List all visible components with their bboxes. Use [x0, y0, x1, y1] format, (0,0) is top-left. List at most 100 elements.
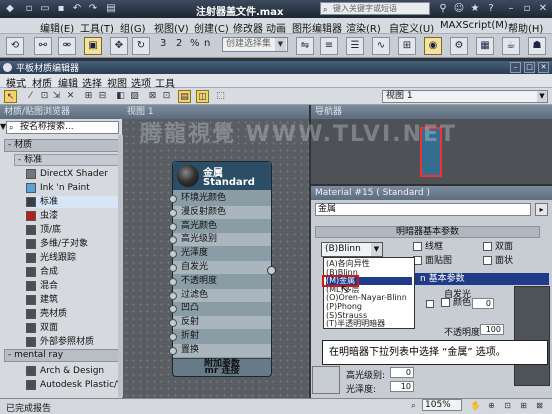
- shader-dropdown-list[interactable]: (A)各向异性 (B)Blinn (M)金属 (ML)多层 (O)Oren-Nayar-…: [323, 257, 415, 329]
- select-by-material-icon[interactable]: ⬚: [214, 90, 227, 103]
- glossiness-value[interactable]: 10: [390, 381, 414, 392]
- select-object-icon[interactable]: ▣: [84, 37, 102, 55]
- faceted-checkbox[interactable]: 面状: [483, 256, 513, 267]
- shader-option[interactable]: (A)各向异性: [326, 260, 412, 268]
- input-socket-icon[interactable]: [169, 236, 177, 245]
- select-move-icon[interactable]: ✥: [110, 37, 128, 55]
- two-sided-checkbox[interactable]: 双面: [483, 242, 513, 253]
- hide-unused-slots-icon[interactable]: ⊟: [96, 90, 109, 103]
- input-socket-icon[interactable]: [169, 264, 177, 272]
- browser-item[interactable]: 虫漆: [26, 210, 122, 222]
- input-socket-icon[interactable]: [169, 305, 177, 314]
- browser-item[interactable]: 混合: [26, 280, 122, 292]
- show-map-icon[interactable]: ◧: [114, 90, 127, 103]
- select-rotate-icon[interactable]: ↻: [132, 37, 150, 55]
- menu-maxscript[interactable]: MAXScript(M): [440, 20, 508, 31]
- node-slot[interactable]: 折射: [169, 330, 271, 343]
- close-icon[interactable]: ✕: [536, 2, 550, 15]
- material-editor-icon[interactable]: ◉: [424, 37, 442, 55]
- input-socket-icon[interactable]: [169, 291, 177, 300]
- material-name-field[interactable]: 金属: [315, 203, 531, 216]
- browser-item[interactable]: 合成: [26, 266, 122, 278]
- sme-close-icon[interactable]: ✕: [538, 62, 549, 73]
- parameter-editor-icon[interactable]: ◫: [196, 90, 209, 103]
- wire-checkbox[interactable]: 线框: [413, 242, 443, 253]
- browser-item[interactable]: 多维/子对象: [26, 238, 122, 250]
- shader-type-dropdown[interactable]: (B)Blinn ▼: [321, 242, 383, 257]
- menu-tools[interactable]: 工具(T): [80, 20, 114, 35]
- menu-group[interactable]: 组(G): [120, 20, 146, 35]
- input-socket-icon[interactable]: [169, 333, 177, 341]
- zoom-extents-icon[interactable]: ⊡: [502, 400, 513, 411]
- project-folder-icon[interactable]: ▤: [104, 2, 118, 15]
- node-slot[interactable]: 漫反射颜色: [169, 205, 271, 219]
- assign-material-icon[interactable]: ⇲: [50, 90, 63, 103]
- browser-item[interactable]: 外部参照材质: [26, 336, 122, 348]
- undo-icon[interactable]: ↶: [70, 2, 84, 15]
- save-icon[interactable]: ▪: [54, 2, 68, 15]
- search-go-icon[interactable]: ⚲: [436, 2, 450, 15]
- align-icon[interactable]: ≡: [320, 37, 338, 55]
- rollout-shader-basic[interactable]: 明暗器基本参数: [315, 226, 540, 238]
- view-select-dropdown[interactable]: 视图 1 ▼: [382, 90, 548, 103]
- select-tool-icon[interactable]: ↖: [4, 90, 17, 103]
- new-file-icon[interactable]: ▫: [22, 2, 36, 15]
- percent-snap-label[interactable]: %: [190, 38, 200, 49]
- browser-item[interactable]: 标准: [26, 196, 122, 208]
- face-map-checkbox[interactable]: 面贴图: [413, 256, 452, 267]
- zoom-selected-icon[interactable]: ⊞: [518, 400, 529, 411]
- show-background-icon[interactable]: ▨: [128, 90, 141, 103]
- lock-icon[interactable]: [426, 300, 434, 308]
- select-link-icon[interactable]: ⚯: [34, 37, 52, 55]
- layer-manager-icon[interactable]: ☰: [346, 37, 364, 55]
- node-slot[interactable]: 置换: [169, 343, 271, 357]
- input-socket-icon[interactable]: [169, 222, 177, 231]
- browser-item[interactable]: 顶/底: [26, 224, 122, 236]
- material-type-button[interactable]: ▸: [535, 203, 548, 216]
- open-file-icon[interactable]: ▭: [38, 2, 52, 15]
- browser-item[interactable]: 建筑: [26, 294, 122, 306]
- render-frame-icon[interactable]: ▦: [476, 37, 494, 55]
- material-map-navigator-icon[interactable]: ▤: [178, 90, 191, 103]
- input-socket-icon[interactable]: [169, 346, 177, 355]
- menu-modifiers[interactable]: 修改器: [233, 20, 263, 35]
- render-setup-icon[interactable]: ⚙: [450, 37, 468, 55]
- delete-icon[interactable]: ✕: [64, 90, 77, 103]
- menu-rendering[interactable]: 渲染(R): [346, 20, 381, 35]
- node-slot[interactable]: 自发光: [169, 261, 271, 274]
- input-socket-icon[interactable]: [169, 277, 177, 286]
- menu-create[interactable]: 创建(C): [194, 20, 229, 35]
- snap-2-label[interactable]: 2: [176, 38, 182, 49]
- minimize-icon[interactable]: –: [504, 2, 518, 15]
- redo-icon[interactable]: ↷: [86, 2, 100, 15]
- browser-item[interactable]: Arch & Design: [26, 365, 122, 377]
- opacity-value[interactable]: 100: [480, 324, 504, 335]
- node-slot[interactable]: 凹凸: [169, 302, 271, 315]
- zoom-all-icon[interactable]: ⊠: [534, 400, 545, 411]
- snap-3-label[interactable]: 3: [160, 38, 166, 49]
- undo-toolbar-icon[interactable]: ⟲: [6, 37, 24, 55]
- move-children-icon[interactable]: ⊞: [82, 90, 95, 103]
- spinner-snap-label[interactable]: n: [204, 38, 210, 49]
- browser-item[interactable]: DirectX Shader: [26, 168, 122, 180]
- help-search-input[interactable]: ⌕ 键入关键字或短语: [320, 2, 430, 15]
- zoom-region-icon[interactable]: ⊕: [486, 400, 497, 411]
- restore-icon[interactable]: ▫: [520, 2, 534, 15]
- menu-help[interactable]: 帮助(H): [508, 20, 543, 35]
- unlink-icon[interactable]: ⚮: [58, 37, 76, 55]
- browser-item[interactable]: 壳材质: [26, 308, 122, 320]
- zoom-icon[interactable]: ⌕: [408, 400, 419, 411]
- sme-minimize-icon[interactable]: –: [510, 62, 521, 73]
- self-illum-value[interactable]: 0: [472, 298, 494, 309]
- browser-item[interactable]: Autodesk Plastic/Vinyl: [26, 379, 122, 391]
- self-illum-color-checkbox[interactable]: 颜色: [441, 298, 471, 309]
- help-icon[interactable]: ?: [484, 2, 498, 15]
- shader-option[interactable]: (P)Phong: [326, 303, 412, 311]
- node-slot[interactable]: 环境光颜色: [169, 192, 271, 205]
- menu-views[interactable]: 视图(V): [154, 20, 189, 35]
- node-output-socket[interactable]: [267, 266, 276, 275]
- named-selection-set-dropdown[interactable]: 创建选择集 ▼: [222, 37, 288, 52]
- rollout-basic-params[interactable]: n 基本参数: [414, 273, 549, 285]
- zoom-dropdown[interactable]: 105%: [422, 399, 462, 411]
- browser-item[interactable]: 光线跟踪: [26, 252, 122, 264]
